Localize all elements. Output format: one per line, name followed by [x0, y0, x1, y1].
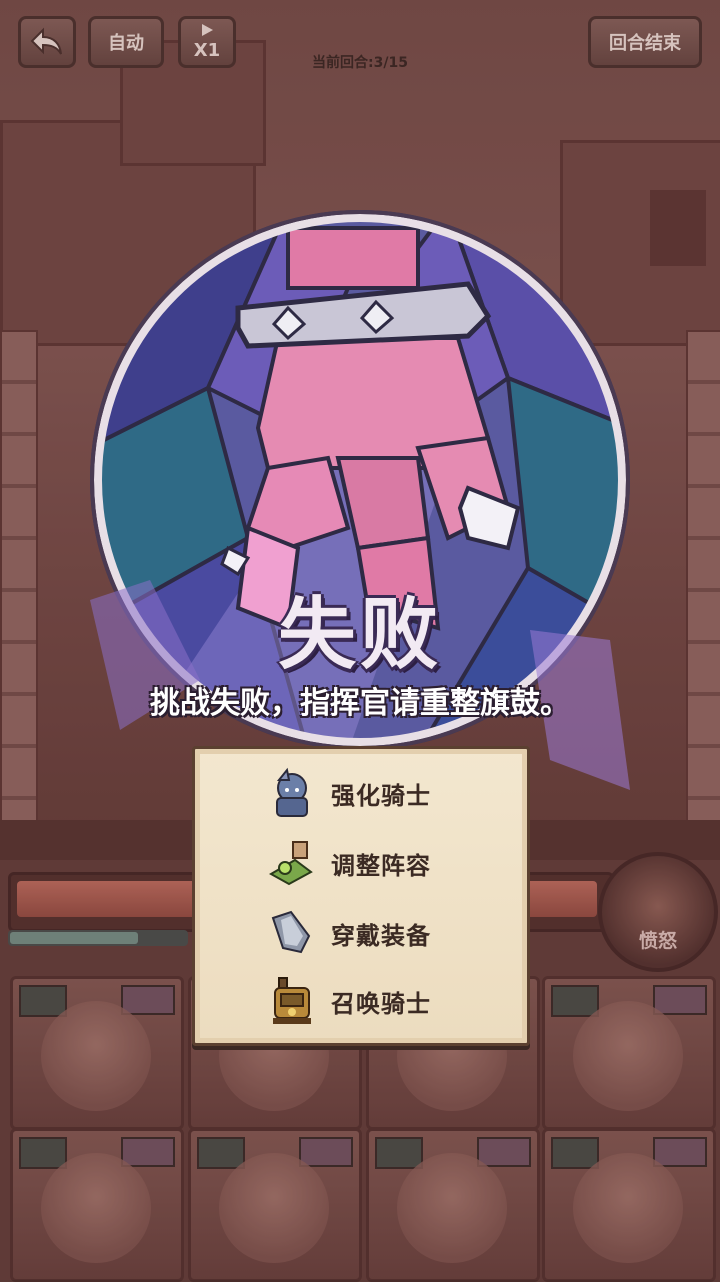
equipment-icon	[271, 910, 311, 954]
defeat-title: 失败	[277, 590, 442, 680]
option-label: 调整阵容	[331, 851, 431, 880]
round-counter: 当前回合:3/15	[312, 55, 408, 71]
option-adjust-formation[interactable]: 调整阵容	[265, 835, 485, 891]
summon-train-icon	[273, 977, 311, 1024]
suggestion-panel: 强化骑士 调整阵容 穿戴装备 召唤骑士	[192, 746, 530, 1046]
knight-upgrade-icon	[276, 767, 308, 817]
option-label: 穿戴装备	[331, 921, 431, 950]
defeat-subtitle: 挑战失败，指挥官请重整旗鼓。	[150, 686, 570, 721]
option-summon-knight[interactable]: 召唤骑士	[265, 973, 485, 1029]
option-upgrade-knight[interactable]: 强化骑士	[265, 765, 485, 821]
option-label: 召唤骑士	[331, 989, 431, 1018]
option-label: 强化骑士	[331, 781, 431, 810]
play-icon	[202, 24, 213, 37]
formation-icon	[268, 841, 313, 886]
option-wear-equipment[interactable]: 穿戴装备	[265, 905, 485, 961]
